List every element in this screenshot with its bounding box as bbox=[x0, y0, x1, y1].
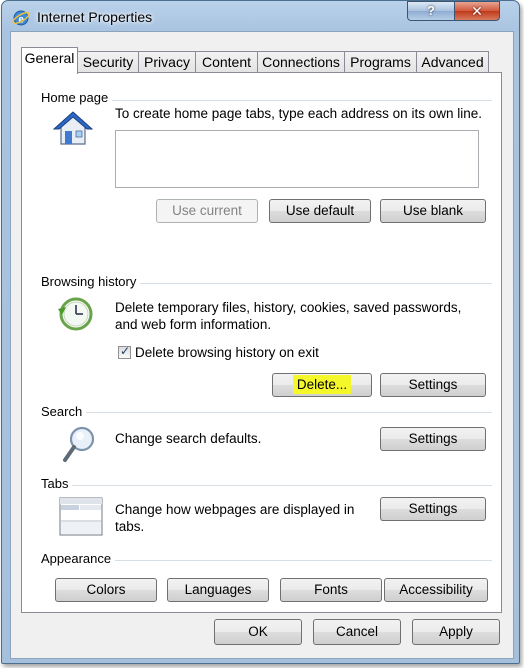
tab-privacy[interactable]: Privacy bbox=[138, 51, 196, 73]
accessibility-button[interactable]: Accessibility bbox=[384, 578, 488, 602]
close-icon: ✕ bbox=[471, 3, 483, 19]
delete-button-label: Delete... bbox=[292, 375, 352, 394]
help-button[interactable]: ? bbox=[407, 1, 455, 21]
tab-security[interactable]: Security bbox=[77, 51, 139, 73]
delete-on-exit-checkbox[interactable]: ✓ bbox=[118, 344, 131, 359]
tabs-separator bbox=[42, 485, 492, 486]
internet-properties-window: e Internet Properties ? ✕ General Securi… bbox=[1, 0, 520, 664]
search-description: Change search defaults. bbox=[115, 431, 262, 446]
search-heading: Search bbox=[41, 404, 87, 419]
window-title: Internet Properties bbox=[37, 9, 153, 25]
tab-content[interactable]: Content bbox=[195, 51, 258, 73]
tabs-window-icon bbox=[59, 497, 103, 540]
dialog-client-area: General Security Privacy Content Connect… bbox=[10, 31, 514, 659]
tab-general[interactable]: General bbox=[21, 47, 78, 74]
close-button[interactable]: ✕ bbox=[454, 1, 500, 21]
title-bar[interactable]: e Internet Properties ? ✕ bbox=[2, 1, 519, 34]
tabs-description-line2: tabs. bbox=[115, 519, 145, 534]
home-page-description: To create home page tabs, type each addr… bbox=[115, 106, 482, 121]
search-settings-button[interactable]: Settings bbox=[380, 427, 486, 451]
browsing-history-description-line1: Delete temporary files, history, cookies… bbox=[115, 300, 462, 315]
languages-button[interactable]: Languages bbox=[167, 578, 269, 602]
tabs-settings-button[interactable]: Settings bbox=[380, 497, 486, 521]
ie-globe-icon: e bbox=[12, 9, 30, 27]
delete-button[interactable]: Delete... bbox=[272, 373, 372, 397]
tab-advanced[interactable]: Advanced bbox=[416, 51, 489, 73]
home-page-address-input[interactable] bbox=[115, 130, 479, 188]
clock-arrow-icon bbox=[56, 295, 96, 336]
browsing-history-heading: Browsing history bbox=[41, 274, 141, 289]
use-blank-button[interactable]: Use blank bbox=[380, 199, 486, 223]
home-page-heading: Home page bbox=[41, 90, 113, 105]
magnifier-icon bbox=[62, 425, 98, 466]
browsing-history-description-line2: and web form information. bbox=[115, 317, 272, 332]
use-default-button[interactable]: Use default bbox=[269, 199, 371, 223]
house-icon bbox=[52, 111, 94, 150]
appearance-heading: Appearance bbox=[41, 551, 116, 566]
browsing-history-settings-button[interactable]: Settings bbox=[380, 373, 486, 397]
cancel-button[interactable]: Cancel bbox=[313, 619, 401, 645]
delete-on-exit-label[interactable]: Delete browsing history on exit bbox=[135, 344, 319, 361]
use-current-button[interactable]: Use current bbox=[156, 199, 258, 223]
tab-connections[interactable]: Connections bbox=[257, 51, 345, 73]
checkmark-icon: ✓ bbox=[120, 344, 131, 358]
fonts-button[interactable]: Fonts bbox=[280, 578, 382, 602]
tabs-description-line1: Change how webpages are displayed in bbox=[115, 502, 355, 517]
tabs-heading: Tabs bbox=[41, 476, 73, 491]
general-tab-panel: Home page To create home page tabs, type… bbox=[21, 72, 502, 613]
ok-button[interactable]: OK bbox=[214, 619, 302, 645]
search-separator bbox=[42, 412, 492, 413]
apply-button[interactable]: Apply bbox=[412, 619, 500, 645]
colors-button[interactable]: Colors bbox=[55, 578, 157, 602]
tab-programs[interactable]: Programs bbox=[344, 51, 417, 73]
